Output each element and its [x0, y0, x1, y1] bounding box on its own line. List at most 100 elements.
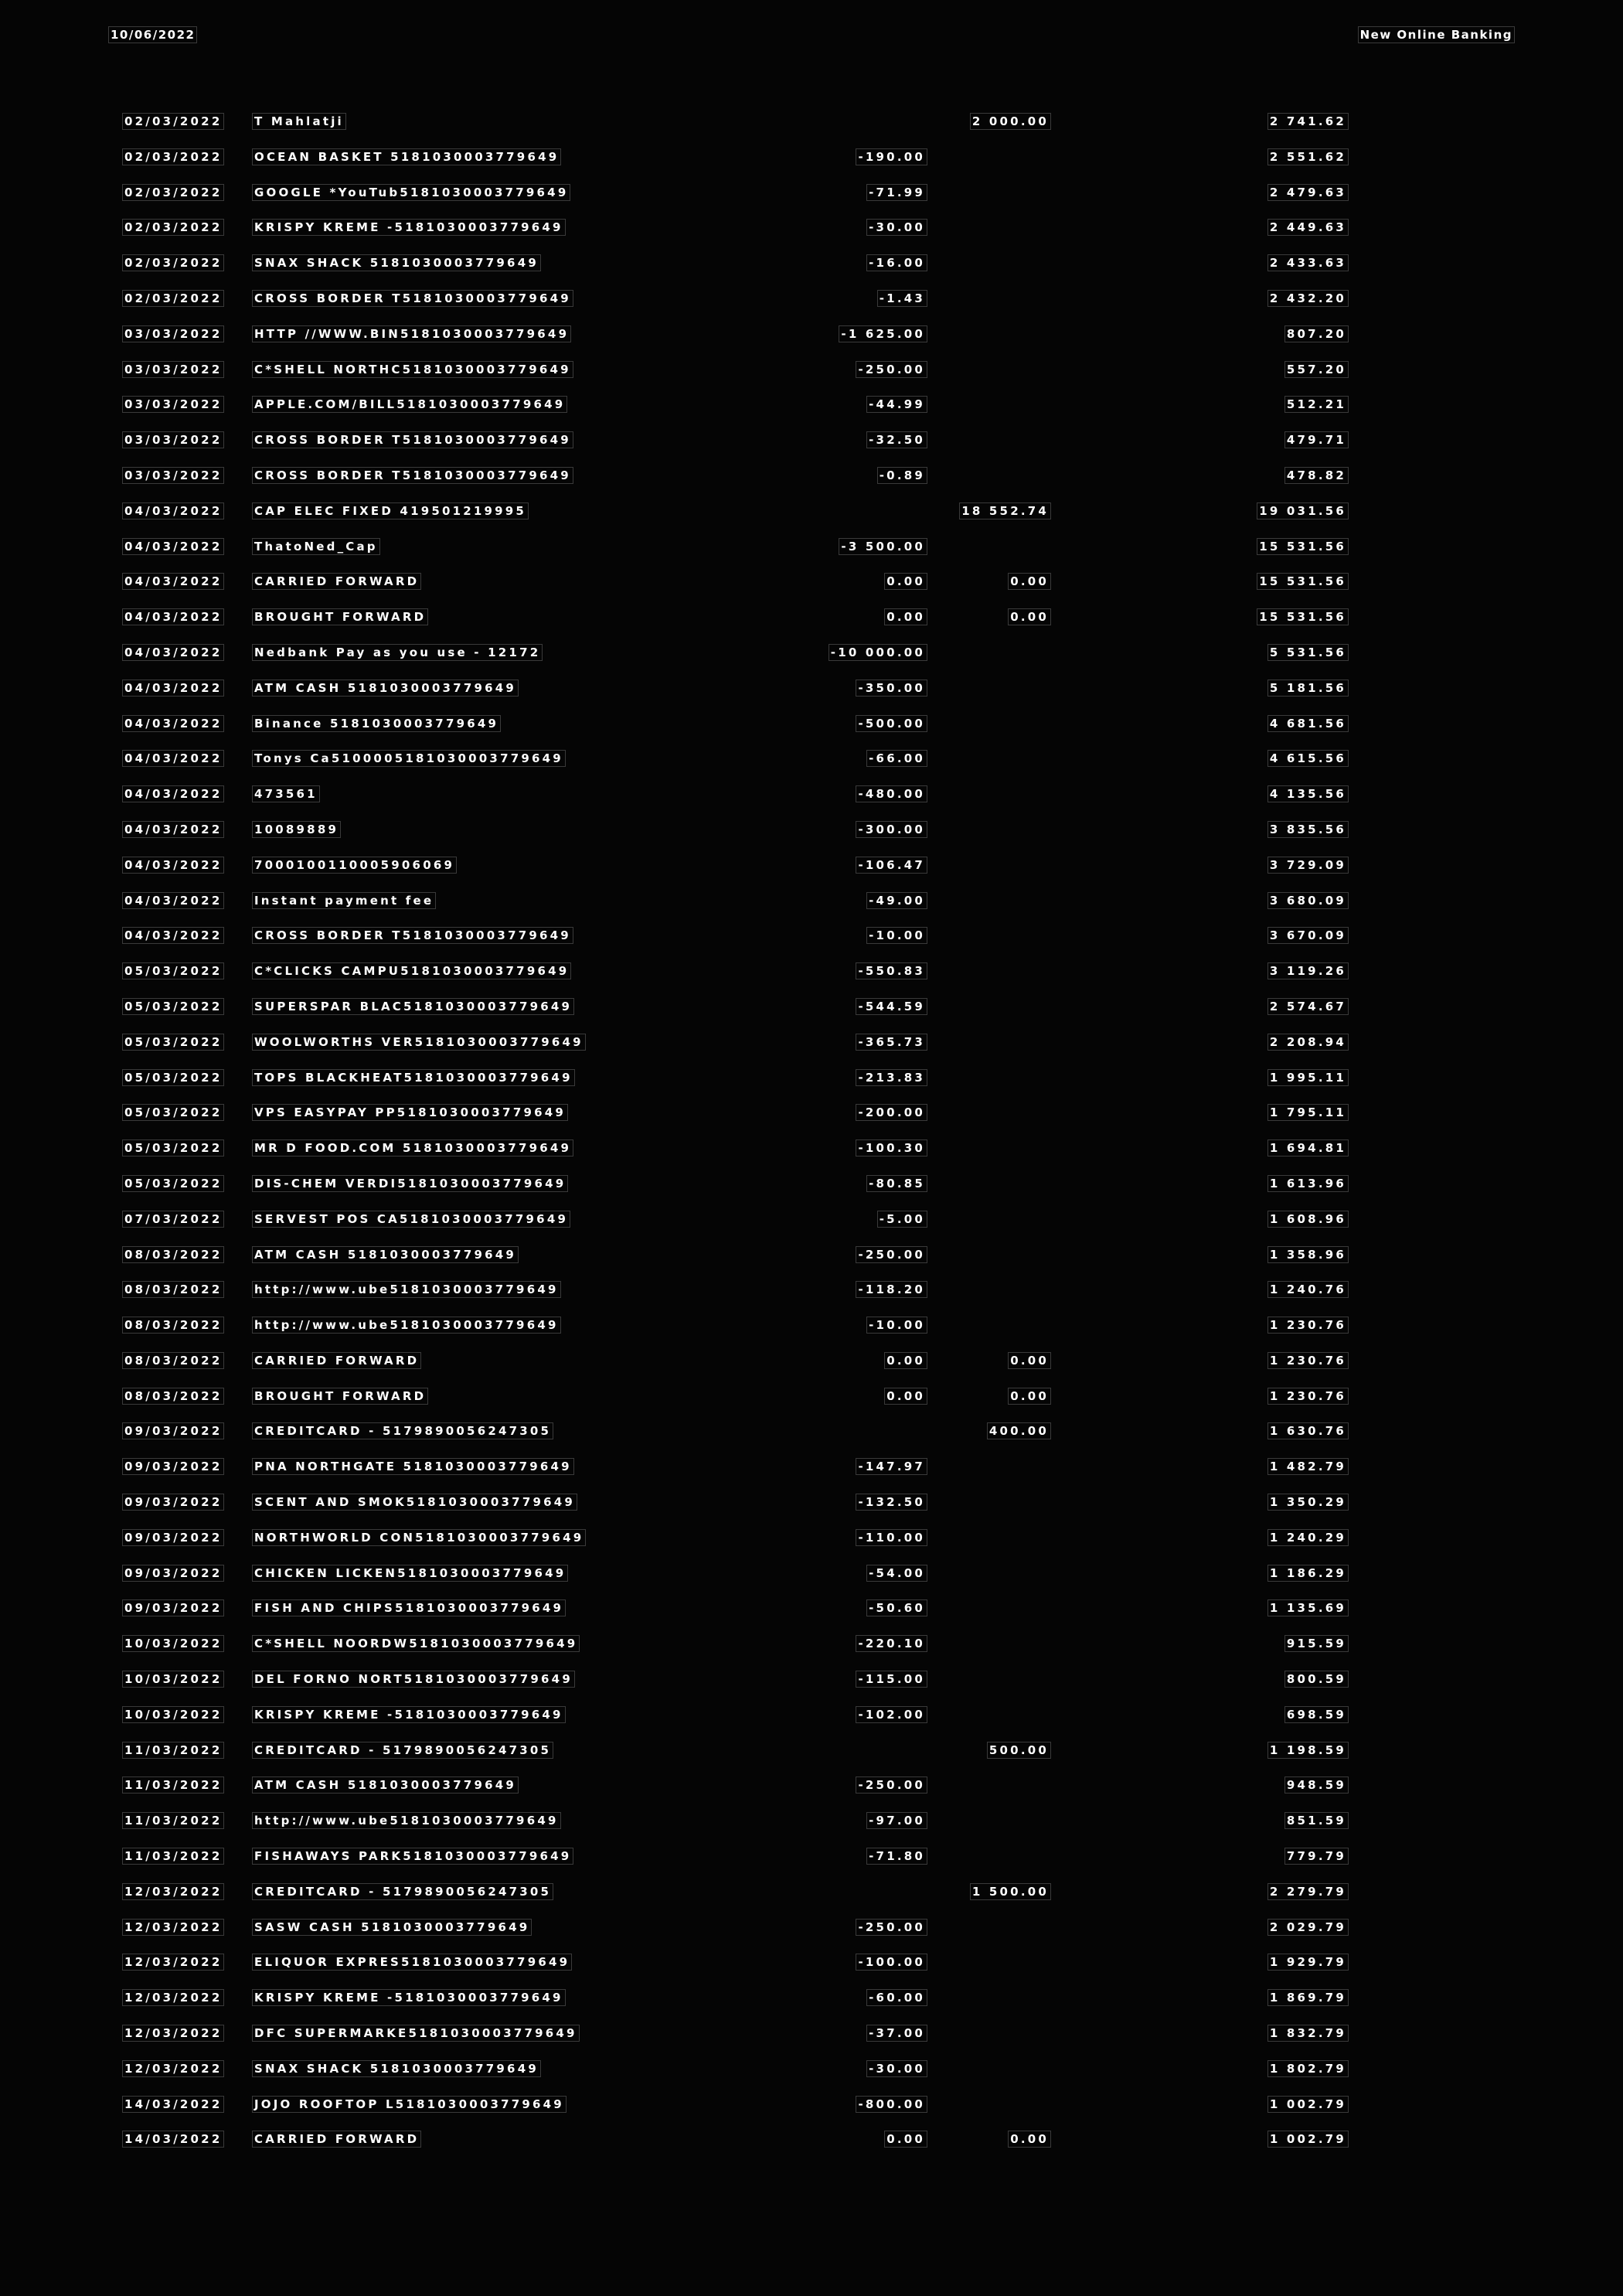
transaction-date: 09/03/2022 — [122, 1564, 225, 1582]
transaction-date: 05/03/2022 — [122, 1174, 225, 1192]
transaction-row: 05/03/2022 SUPERSPAR BLAC5181030003779649… — [0, 997, 1623, 1034]
transaction-debit: -71.80 — [866, 1848, 927, 1865]
transaction-debit: -1 625.00 — [839, 325, 927, 342]
transaction-date: 08/03/2022 — [122, 1281, 225, 1299]
transaction-date: 03/03/2022 — [122, 396, 225, 414]
transaction-balance: 15 531.56 — [1257, 573, 1349, 591]
transaction-description: CREDITCARD - 5179890056247305 — [252, 1422, 554, 1440]
transaction-date: 11/03/2022 — [122, 1741, 225, 1759]
transaction-row: 10/03/2022 KRISPY KREME -5181030003779649… — [0, 1705, 1623, 1742]
transaction-date: 05/03/2022 — [122, 1139, 225, 1157]
transaction-row: 02/03/2022 KRISPY KREME -5181030003779649… — [0, 219, 1623, 254]
transaction-debit: -16.00 — [866, 254, 927, 272]
transaction-description: CROSS BORDER T5181030003779649 — [252, 927, 573, 945]
transaction-row: 12/03/2022 SNAX SHACK 5181030003779649 -30… — [0, 2059, 1623, 2096]
transaction-credit: 0.00 — [1008, 2131, 1051, 2148]
transaction-date: 11/03/2022 — [122, 1812, 225, 1830]
transaction-date: 04/03/2022 — [122, 856, 225, 874]
transaction-balance: 2 432.20 — [1267, 289, 1349, 307]
transaction-debit: -250.00 — [856, 1777, 927, 1794]
transaction-row: 05/03/2022 C*CLICKS CAMPU5181030003779649… — [0, 962, 1623, 998]
transaction-debit: -97.00 — [866, 1812, 927, 1830]
transaction-balance: 4 681.56 — [1267, 714, 1349, 732]
transaction-row: 03/03/2022 C*SHELL NORTHC5181030003779649… — [0, 360, 1623, 397]
transaction-date: 08/03/2022 — [122, 1351, 225, 1369]
transaction-date: 04/03/2022 — [122, 927, 225, 945]
transaction-row: 04/03/2022 7000100110005906069 -106.47 3 72… — [0, 856, 1623, 892]
transaction-debit: -213.83 — [856, 1068, 927, 1086]
transaction-row: 04/03/2022 Tonys Ca5100005181030003779649… — [0, 750, 1623, 785]
transaction-date: 04/03/2022 — [122, 891, 225, 909]
transaction-description: CROSS BORDER T5181030003779649 — [252, 289, 573, 307]
transaction-row: 04/03/2022 Nedbank Pay as you use - 12172… — [0, 643, 1623, 680]
transaction-debit: -50.60 — [866, 1599, 927, 1617]
transaction-row: 04/03/2022 Instant payment fee -49.00 3 680… — [0, 891, 1623, 928]
transaction-debit: -544.59 — [856, 997, 927, 1015]
transaction-row: 02/03/2022 OCEAN BASKET 5181030003779649 -… — [0, 148, 1623, 184]
transaction-row: 12/03/2022 DFC SUPERMARKE5181030003779649… — [0, 2025, 1623, 2060]
transaction-row: 08/03/2022 BROUGHT FORWARD 0.00 0.00 1 230.7… — [0, 1387, 1623, 1423]
transaction-date: 12/03/2022 — [122, 1918, 225, 1936]
transaction-date: 03/03/2022 — [122, 431, 225, 449]
transaction-row: 04/03/2022 10089889 -300.00 3 835.56 — [0, 820, 1623, 857]
transaction-balance: 1 608.96 — [1267, 1210, 1349, 1228]
transaction-date: 11/03/2022 — [122, 1848, 225, 1865]
transaction-date: 02/03/2022 — [122, 113, 225, 130]
transaction-balance: 557.20 — [1284, 360, 1349, 378]
transaction-date: 07/03/2022 — [122, 1210, 225, 1228]
transaction-date: 08/03/2022 — [122, 1245, 225, 1263]
transaction-date: 10/03/2022 — [122, 1635, 225, 1653]
transaction-debit: -115.00 — [856, 1671, 927, 1688]
transaction-date: 09/03/2022 — [122, 1494, 225, 1511]
transaction-balance: 807.20 — [1284, 325, 1349, 342]
transaction-balance: 1 358.96 — [1267, 1245, 1349, 1263]
transaction-balance: 915.59 — [1284, 1635, 1349, 1653]
transaction-description: FISH AND CHIPS5181030003779649 — [252, 1599, 567, 1617]
transaction-date: 02/03/2022 — [122, 254, 225, 272]
transaction-row: 10/03/2022 C*SHELL NOORDW5181030003779649… — [0, 1635, 1623, 1671]
transaction-date: 14/03/2022 — [122, 2095, 225, 2113]
transaction-balance: 779.79 — [1284, 1848, 1349, 1865]
transaction-debit: -10.00 — [866, 1317, 927, 1334]
transaction-description: C*CLICKS CAMPU5181030003779649 — [252, 962, 572, 980]
transaction-debit: -110.00 — [856, 1528, 927, 1546]
transaction-description: GOOGLE *YouTub5181030003779649 — [252, 183, 571, 201]
transaction-balance: 3 670.09 — [1267, 927, 1349, 945]
transaction-balance: 2 208.94 — [1267, 1033, 1349, 1051]
transaction-description: SERVEST POS CA5181030003779649 — [252, 1210, 571, 1228]
transaction-description: SNAX SHACK 5181030003779649 — [252, 2059, 541, 2077]
transaction-description: Tonys Ca5100005181030003779649 — [252, 750, 566, 768]
transaction-balance: 2 279.79 — [1267, 1882, 1349, 1900]
transaction-row: 11/03/2022 ATM CASH 5181030003779649 -250.… — [0, 1777, 1623, 1812]
transaction-date: 05/03/2022 — [122, 1068, 225, 1086]
transaction-description: DIS-CHEM VERDI5181030003779649 — [252, 1174, 569, 1192]
transaction-debit: -102.00 — [856, 1705, 927, 1723]
transaction-balance: 2 449.63 — [1267, 219, 1349, 237]
transaction-debit: -60.00 — [866, 1989, 927, 2007]
transaction-description: C*SHELL NOORDW5181030003779649 — [252, 1635, 580, 1653]
transaction-date: 04/03/2022 — [122, 502, 225, 519]
transaction-debit: -44.99 — [866, 396, 927, 414]
transaction-description: http://www.ube5181030003779649 — [252, 1281, 561, 1299]
transaction-row: 14/03/2022 CARRIED FORWARD 0.00 0.00 1 002.7… — [0, 2131, 1623, 2166]
transaction-date: 05/03/2022 — [122, 997, 225, 1015]
transaction-balance: 3 729.09 — [1267, 856, 1349, 874]
transaction-row: 05/03/2022 DIS-CHEM VERDI5181030003779649… — [0, 1174, 1623, 1211]
transaction-debit: 0.00 — [884, 608, 927, 626]
transaction-debit: -32.50 — [866, 431, 927, 449]
transaction-date: 08/03/2022 — [122, 1317, 225, 1334]
transaction-credit: 18 552.74 — [959, 502, 1051, 519]
transaction-balance: 1 002.79 — [1267, 2131, 1349, 2148]
transaction-balance: 1 198.59 — [1267, 1741, 1349, 1759]
transaction-balance: 800.59 — [1284, 1671, 1349, 1688]
transaction-balance: 1 832.79 — [1267, 2025, 1349, 2042]
transaction-description: JOJO ROOFTOP L5181030003779649 — [252, 2095, 567, 2113]
transaction-date: 04/03/2022 — [122, 537, 225, 555]
transaction-description: WOOLWORTHS VER5181030003779649 — [252, 1033, 586, 1051]
transaction-date: 09/03/2022 — [122, 1599, 225, 1617]
transaction-description: 473561 — [252, 785, 320, 803]
transaction-balance: 3 119.26 — [1267, 962, 1349, 980]
transaction-debit: -147.97 — [856, 1458, 927, 1476]
transaction-debit: 0.00 — [884, 1387, 927, 1405]
transaction-debit: -190.00 — [856, 148, 927, 165]
